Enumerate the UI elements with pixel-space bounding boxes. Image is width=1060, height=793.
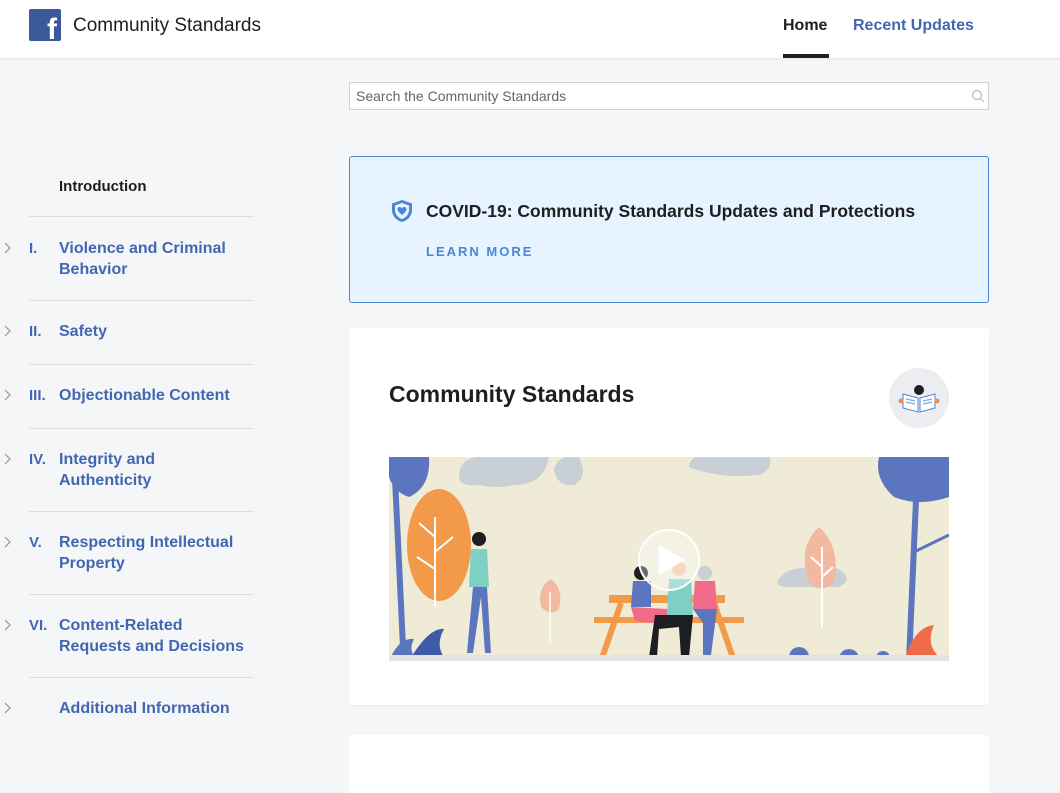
sidebar-item-label: Respecting Intellectual Property [59, 534, 234, 572]
shield-heart-icon [392, 200, 412, 222]
covid-banner: COVID-19: Community Standards Updates an… [349, 156, 989, 303]
covid-banner-title: COVID-19: Community Standards Updates an… [426, 201, 916, 221]
sidebar-divider [29, 300, 254, 301]
sidebar-item-violence[interactable]: I. Violence and Criminal Behavior [0, 216, 260, 300]
chevron-right-icon [4, 242, 11, 254]
sidebar-divider [29, 364, 254, 365]
search-box [349, 82, 989, 110]
intro-video-thumbnail[interactable] [389, 457, 949, 661]
search-icon[interactable] [971, 89, 985, 103]
sidebar-item-introduction[interactable]: Introduction [59, 178, 146, 195]
sidebar-item-label: Integrity and Authenticity [59, 451, 156, 489]
card-title: Community Standards [389, 381, 635, 407]
newspaper-reader-icon [889, 368, 949, 428]
sidebar-item-objectionable-content[interactable]: III. Objectionable Content [0, 364, 260, 428]
facebook-logo-icon[interactable]: f [29, 9, 61, 41]
sidebar-divider [29, 428, 254, 429]
chevron-right-icon [4, 453, 11, 465]
sidebar-item-number: V. [29, 534, 42, 551]
sidebar-item-label: Safety [59, 323, 108, 340]
video-illustration [389, 457, 949, 661]
sidebar-item-label: Violence and Criminal Behavior [59, 240, 226, 278]
sidebar-item-number: VI. [29, 617, 48, 634]
sidebar-item-number: I. [29, 240, 38, 257]
sidebar-item-additional-information[interactable]: Additional Information [0, 677, 260, 741]
sidebar-divider [29, 677, 254, 678]
search-input[interactable] [350, 83, 950, 109]
chevron-right-icon [4, 702, 11, 714]
sidebar-item-label: Additional Information [59, 700, 230, 717]
chevron-right-icon [4, 325, 11, 337]
next-content-card [349, 735, 989, 793]
chevron-right-icon [4, 536, 11, 548]
sidebar-item-integrity[interactable]: IV. Integrity and Authenticity [0, 428, 260, 511]
active-tab-indicator [783, 54, 829, 58]
site-title[interactable]: Community Standards [73, 15, 261, 37]
learn-more-link[interactable]: LEARN MORE [426, 244, 533, 259]
sidebar-item-number: IV. [29, 451, 46, 468]
sidebar-divider [29, 511, 254, 512]
nav-recent-updates-link[interactable]: Recent Updates [853, 17, 974, 35]
sidebar-item-content-requests[interactable]: VI. Content-Related Requests and Decisio… [0, 594, 260, 677]
facebook-logo-letter: f [47, 13, 57, 42]
sidebar-item-safety[interactable]: II. Safety [0, 300, 260, 364]
nav-home-link[interactable]: Home [783, 17, 827, 35]
chevron-right-icon [4, 619, 11, 631]
sidebar-item-number: II. [29, 323, 42, 340]
community-standards-card: Community Standards [349, 328, 989, 705]
top-navigation-bar: f Community Standards Home Recent Update… [0, 0, 1060, 58]
sidebar-item-label: Objectionable Content [59, 387, 230, 404]
sidebar-divider [29, 216, 254, 217]
sidebar-item-label: Content-Related Requests and Decisions [59, 617, 244, 655]
sidebar-item-number: III. [29, 387, 46, 404]
chevron-right-icon [4, 389, 11, 401]
sidebar-item-intellectual-property[interactable]: V. Respecting Intellectual Property [0, 511, 260, 594]
sidebar-divider [29, 594, 254, 595]
